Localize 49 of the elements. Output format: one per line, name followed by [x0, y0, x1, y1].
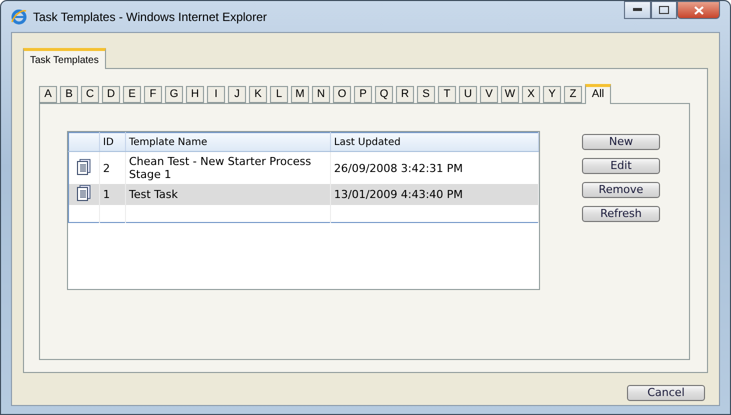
column-header: Last Updated [330, 132, 538, 152]
letter-tab[interactable]: Z [564, 86, 582, 103]
letter-tab[interactable]: R [396, 86, 414, 103]
letter-tab[interactable]: N [312, 86, 330, 103]
tab[interactable]: Task Templates [23, 48, 106, 69]
action-button[interactable]: Edit [582, 158, 660, 174]
browser-icon [11, 8, 27, 24]
table-row[interactable]: 2 Chean Test - New Starter Process Stage 1 26/09/2008 3:42:31 PM [68, 152, 538, 184]
letter-tab[interactable]: L [270, 86, 288, 103]
letter-tab[interactable]: M [291, 86, 309, 103]
minimize-button[interactable] [624, 1, 651, 19]
minimize-icon [633, 8, 642, 12]
letter-tab[interactable]: C [81, 86, 99, 103]
letter-tab[interactable]: B [60, 86, 78, 103]
letter-tab[interactable]: T [438, 86, 456, 103]
letter-tab[interactable]: E [123, 86, 141, 103]
letter-tab[interactable]: Q [375, 86, 393, 103]
close-icon [694, 6, 704, 14]
letter-tab[interactable]: D [102, 86, 120, 103]
column-header: Template Name [126, 132, 330, 152]
letter-tab[interactable]: O [333, 86, 351, 103]
letter-tab[interactable]: J [228, 86, 246, 103]
maximize-icon [659, 6, 669, 14]
action-button[interactable]: New [582, 134, 660, 150]
letter-tab[interactable]: Y [543, 86, 561, 103]
letter-tab[interactable]: G [165, 86, 183, 103]
cancel-button[interactable]: Cancel [627, 385, 705, 401]
column-header: ID [100, 132, 126, 152]
letter-tab[interactable]: P [354, 86, 372, 103]
action-button[interactable]: Remove [582, 182, 660, 198]
table-row[interactable]: 1 Test Task 13/01/2009 4:43:40 PM [68, 184, 538, 205]
maximize-button[interactable] [651, 1, 677, 19]
letter-tab[interactable]: A [39, 86, 57, 103]
header-cell [68, 132, 100, 152]
document-icon [77, 158, 91, 174]
window-title: Task Templates - Windows Internet Explorer [33, 10, 268, 24]
document-icon [77, 185, 91, 201]
letter-tab[interactable]: U [459, 86, 477, 103]
letter-tab[interactable]: W [501, 86, 519, 103]
letter-tab[interactable]: F [144, 86, 162, 103]
letter-tab[interactable]: All [585, 84, 611, 104]
letter-tab[interactable]: S [417, 86, 435, 103]
letter-tab[interactable]: V [480, 86, 498, 103]
letter-tab[interactable]: X [522, 86, 540, 103]
letter-tab[interactable]: I [207, 86, 225, 103]
letter-tab[interactable]: H [186, 86, 204, 103]
letter-tab[interactable]: K [249, 86, 267, 103]
action-button[interactable]: Refresh [582, 206, 660, 222]
close-button[interactable] [677, 1, 720, 19]
